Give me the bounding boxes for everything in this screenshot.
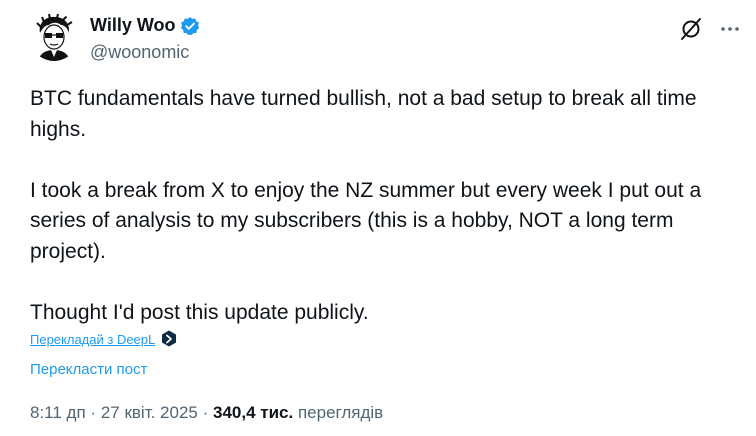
meta-separator: · <box>202 403 209 422</box>
views-label: переглядів <box>297 403 384 422</box>
avatar-illustration <box>30 13 78 61</box>
views-count: 340,4 тис. <box>213 403 294 422</box>
tweet-meta: 8:11 дп · 27 квіт. 2025 · 340,4 тис. пер… <box>30 403 383 423</box>
deepl-icon[interactable] <box>161 330 177 348</box>
verified-badge-icon <box>180 16 200 36</box>
grok-icon[interactable] <box>678 16 704 42</box>
avatar[interactable] <box>30 13 78 61</box>
author-name-row[interactable]: Willy Woo <box>90 15 200 36</box>
tweet-paragraph: Thought I'd post this update publicly. <box>30 300 369 324</box>
meta-separator: · <box>90 403 97 422</box>
deepl-translate-link[interactable]: Перекладай з DeepL <box>30 332 155 347</box>
tweet-text: BTC fundamentals have turned bullish, no… <box>30 84 730 328</box>
deepl-translate-row[interactable]: Перекладай з DeepL <box>30 330 177 348</box>
more-options-icon[interactable] <box>718 17 742 41</box>
author-handle[interactable]: @woonomic <box>90 42 189 63</box>
translate-post-link[interactable]: Перекласти пост <box>30 361 147 378</box>
author-display-name[interactable]: Willy Woo <box>90 15 176 36</box>
tweet-time[interactable]: 8:11 дп <box>30 403 86 422</box>
tweet-paragraph: I took a break from X to enjoy the NZ su… <box>30 178 702 263</box>
tweet-paragraph: BTC fundamentals have turned bullish, no… <box>30 87 697 141</box>
tweet-date[interactable]: 27 квіт. 2025 <box>101 403 198 422</box>
